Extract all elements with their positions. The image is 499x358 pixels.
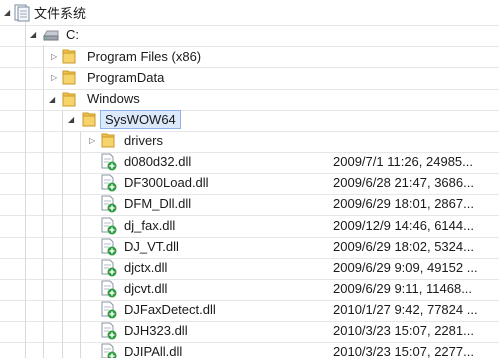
file-row[interactable]: djctx.dll 2009/6/29 9:09, 49152 ... xyxy=(0,258,499,279)
file-details: 2009/6/29 9:11, 11468... xyxy=(333,281,473,296)
tree-item-folder[interactable]: ▷ Program Files (x86) xyxy=(0,47,499,68)
file-name: DJIPAll.dll xyxy=(124,344,183,358)
file-row[interactable]: dj_fax.dll 2009/12/9 14:46, 6144... xyxy=(0,216,499,237)
file-details: 2009/6/29 9:09, 49152 ... xyxy=(333,260,478,275)
file-row[interactable]: DJ_VT.dll 2009/6/29 18:02, 5324... xyxy=(0,237,499,258)
file-row[interactable]: d080d32.dll 2009/7/1 11:26, 24985... xyxy=(0,152,499,173)
file-details: 2010/3/23 15:07, 2277... xyxy=(333,344,474,358)
tree-root-label: 文件系统 xyxy=(34,6,87,21)
drive-icon xyxy=(43,30,59,41)
file-row[interactable]: DJFaxDetect.dll 2010/1/27 9:42, 77824 ..… xyxy=(0,300,499,321)
dll-file-icon xyxy=(101,195,117,213)
file-name: DJH323.dll xyxy=(124,323,188,338)
tree-item-drive[interactable]: ◢ C: xyxy=(0,26,499,47)
file-row[interactable]: DFM_Dll.dll 2009/6/29 18:01, 2867... xyxy=(0,194,499,215)
folder-icon xyxy=(62,70,76,85)
dll-file-icon xyxy=(101,174,117,192)
dll-file-icon xyxy=(101,280,117,298)
file-details: 2009/6/29 18:01, 2867... xyxy=(333,196,474,211)
collapsed-arrow-icon[interactable]: ▷ xyxy=(51,74,57,82)
dll-file-icon xyxy=(101,322,117,340)
tree-item-folder[interactable]: ▷ drivers xyxy=(0,131,499,152)
selected-folder-label: SysWOW64 xyxy=(100,110,181,129)
file-row[interactable]: DJIPAll.dll 2010/3/23 15:07, 2277... xyxy=(0,342,499,358)
file-details: 2009/6/29 18:02, 5324... xyxy=(333,239,474,254)
file-row[interactable]: DJH323.dll 2010/3/23 15:07, 2281... xyxy=(0,321,499,342)
folder-open-icon xyxy=(82,112,96,127)
file-name: DJ_VT.dll xyxy=(124,239,179,254)
tree-item-folder-label: ProgramData xyxy=(87,70,165,85)
dll-file-icon xyxy=(101,259,117,277)
file-details: 2009/7/1 11:26, 24985... xyxy=(333,154,473,169)
file-name: djcvt.dll xyxy=(124,281,168,296)
file-name: DF300Load.dll xyxy=(124,175,209,190)
collapsed-arrow-icon[interactable]: ▷ xyxy=(51,53,57,61)
expand-arrow-icon[interactable]: ◢ xyxy=(4,9,10,17)
filesystem-icon xyxy=(14,4,30,22)
file-details: 2010/3/23 15:07, 2281... xyxy=(333,323,474,338)
folder-open-icon xyxy=(62,92,76,107)
dll-file-icon xyxy=(101,343,117,358)
dll-file-icon xyxy=(101,301,117,319)
file-name: djctx.dll xyxy=(124,260,168,275)
file-details: 2009/12/9 14:46, 6144... xyxy=(333,218,474,233)
file-details: 2010/1/27 9:42, 77824 ... xyxy=(333,302,478,317)
expand-arrow-icon[interactable]: ◢ xyxy=(49,96,55,104)
tree-root[interactable]: ◢ 文件系统 xyxy=(0,4,499,25)
file-name: d080d32.dll xyxy=(124,154,192,169)
tree-item-folder-label: drivers xyxy=(124,133,164,148)
tree-item-folder-label: Program Files (x86) xyxy=(87,49,202,64)
dll-file-icon xyxy=(101,153,117,171)
file-row[interactable]: DF300Load.dll 2009/6/28 21:47, 3686... xyxy=(0,173,499,194)
expand-arrow-icon[interactable]: ◢ xyxy=(30,31,36,39)
expand-arrow-icon[interactable]: ◢ xyxy=(68,116,74,124)
tree-item-folder[interactable]: ◢ Windows xyxy=(0,90,499,111)
tree-item-drive-label: C: xyxy=(66,27,79,42)
dll-file-icon xyxy=(101,238,117,256)
file-name: dj_fax.dll xyxy=(124,218,176,233)
file-row[interactable]: djcvt.dll 2009/6/29 9:11, 11468... xyxy=(0,279,499,300)
file-name: DFM_Dll.dll xyxy=(124,196,192,211)
folder-icon xyxy=(101,133,115,148)
tree-item-folder-label: Windows xyxy=(87,91,140,106)
folder-icon xyxy=(62,49,76,64)
collapsed-arrow-icon[interactable]: ▷ xyxy=(89,137,95,145)
dll-file-icon xyxy=(101,217,117,235)
file-details: 2009/6/28 21:47, 3686... xyxy=(333,175,474,190)
tree-item-folder[interactable]: ▷ ProgramData xyxy=(0,68,499,89)
tree-item-selected-folder[interactable]: ◢ SysWOW64 xyxy=(0,110,499,131)
file-name: DJFaxDetect.dll xyxy=(124,302,216,317)
